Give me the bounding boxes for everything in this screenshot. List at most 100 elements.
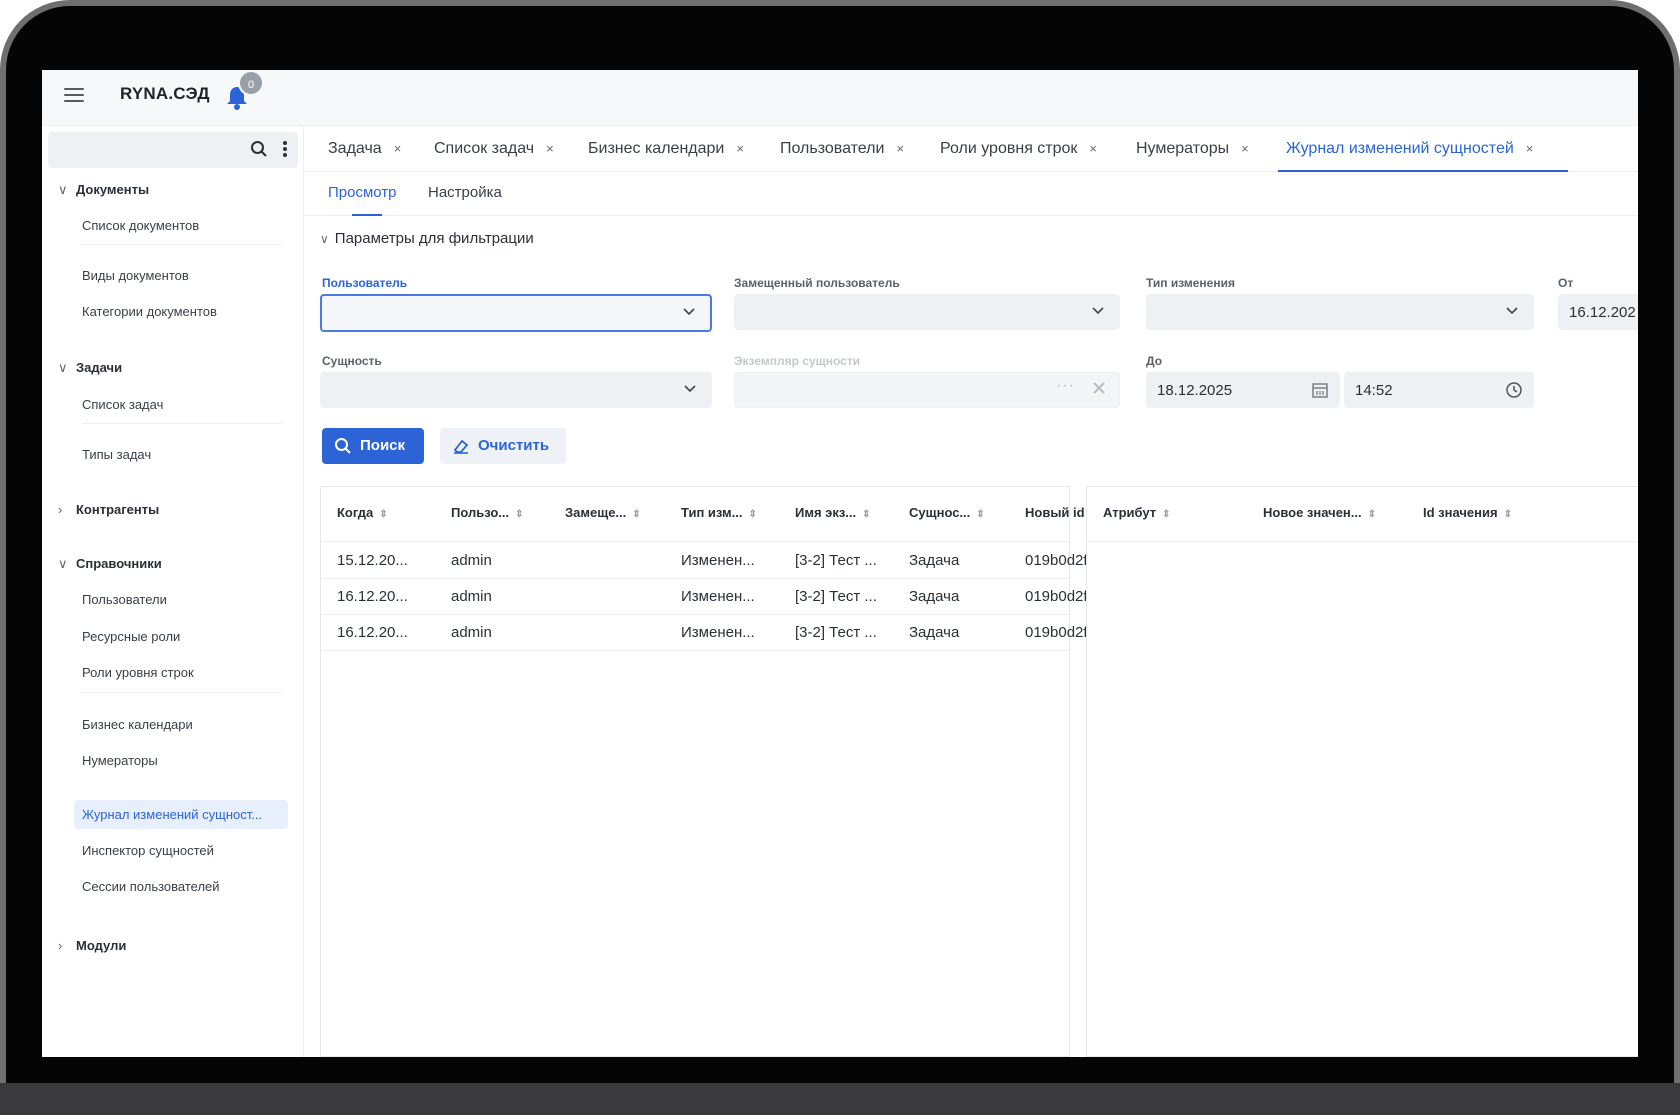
sidebar-item-entity-inspector[interactable]: Инспектор сущностей [74,836,288,865]
entity-instance-field: ··· [734,372,1120,408]
sidebar-item-task-list[interactable]: Список задач [74,390,288,419]
tab-task[interactable]: Задача × [328,140,401,158]
divider [82,692,282,693]
substituted-user-select[interactable] [734,294,1120,330]
subtab-view[interactable]: Просмотр [328,184,397,201]
tab-row-level-roles[interactable]: Роли уровня строк × [940,140,1097,158]
sort-icon: ⇕ [1367,509,1377,520]
col-substituted[interactable]: Замеще... ⇕ [565,505,641,520]
close-icon[interactable]: × [394,141,402,156]
sidebar-item-documents-list[interactable]: Список документов [74,211,288,240]
to-date-input[interactable]: 18.12.2025 [1146,372,1340,408]
ellipsis-icon: ··· [1056,377,1075,394]
sort-icon: ⇕ [632,509,641,520]
chevron-down-icon: ∨ [320,232,329,246]
cell-instance-name: [3-2] Тест ... [795,624,877,641]
sidebar-group-tasks[interactable]: ∨ Задачи [58,360,122,376]
subtab-settings[interactable]: Настройка [428,184,502,201]
sidebar-item-document-types[interactable]: Виды документов [74,261,288,290]
search-button[interactable]: Поиск [322,428,424,464]
clock-icon[interactable] [1505,381,1523,403]
chevron-down-icon [682,304,696,322]
to-label: До [1146,354,1163,368]
app-logo: RYNA.СЭД [120,84,210,103]
entity-label: Сущность [322,354,382,368]
cell-instance-name: [3-2] Тест ... [795,552,877,569]
chevron-down-icon [1091,303,1105,321]
change-type-select[interactable] [1146,294,1534,330]
sidebar-group-references[interactable]: ∨ Справочники [58,556,162,572]
cell-when: 15.12.20... [337,552,408,569]
sidebar-item-row-level-roles[interactable]: Роли уровня строк [74,658,288,687]
tab-numerators[interactable]: Нумераторы × [1136,140,1249,158]
col-instance-name[interactable]: Имя экз... ⇕ [795,505,871,520]
tab-task-list[interactable]: Список задач × [434,140,554,158]
changes-table: Когда ⇕ Пользо... ⇕ Замеще... ⇕ Тип изм... ⇕… [320,486,1100,1057]
col-entity[interactable]: Сущнос... ⇕ [909,505,985,520]
tab-business-calendars[interactable]: Бизнес календари × [588,140,744,158]
cell-entity: Задача [909,552,960,569]
to-time-input[interactable]: 14:52 [1344,372,1534,408]
close-icon[interactable]: × [1526,141,1534,156]
notification-badge: 0 [238,70,264,96]
sidebar-item-business-calendars[interactable]: Бизнес календари [74,710,288,739]
chevron-down-icon [683,381,697,399]
from-label: От [1558,276,1574,290]
chevron-down-icon: ∨ [58,360,68,375]
search-icon [334,437,352,459]
app-screen: RYNA.СЭД 0 ∨ Документы Список документов … [42,70,1638,1057]
tab-entity-log[interactable]: Журнал изменений сущностей × [1286,140,1533,158]
menu-icon[interactable] [64,88,84,104]
calendar-icon[interactable] [1311,381,1329,403]
table-row[interactable]: 16.12.20... admin Изменен... [3-2] Тест … [321,579,1100,615]
sidebar-item-users[interactable]: Пользователи [74,585,288,614]
filter-section-toggle[interactable]: ∨ Параметры для фильтрации [320,230,534,247]
tab-users[interactable]: Пользователи × [780,140,904,158]
user-select[interactable] [320,294,712,332]
close-icon[interactable]: × [896,141,904,156]
clear-button[interactable]: Очистить [440,428,566,464]
clear-icon [1091,380,1107,400]
laptop-frame: RYNA.СЭД 0 ∨ Документы Список документов … [0,0,1680,1115]
subtab-bar: Просмотр Настройка [304,172,1638,216]
app-header: RYNA.СЭД 0 [42,70,1638,126]
close-icon[interactable]: × [736,141,744,156]
cell-user: admin [451,624,492,641]
sidebar-item-resource-roles[interactable]: Ресурсные роли [74,622,288,651]
cell-change-type: Изменен... [681,624,755,641]
cell-when: 16.12.20... [337,624,408,641]
close-icon[interactable]: × [1241,141,1249,156]
close-icon[interactable]: × [546,141,554,156]
sort-icon: ⇕ [1503,509,1512,520]
sidebar-group-contractors[interactable]: › Контрагенты [58,502,159,517]
sidebar: ∨ Документы Список документов Виды докуме… [42,126,304,1057]
sidebar-item-user-sessions[interactable]: Сессии пользователей [74,872,288,901]
sidebar-item-numerators[interactable]: Нумераторы [74,746,288,775]
sort-icon: ⇕ [976,509,985,520]
more-vertical-icon[interactable] [282,140,288,160]
col-value-id[interactable]: Id значения ⇕ [1423,505,1512,520]
user-label: Пользователь [322,276,408,290]
sort-icon: ⇕ [379,509,388,520]
divider [321,541,1069,542]
col-user[interactable]: Пользо... ⇕ [451,505,524,520]
chevron-down-icon: ∨ [58,556,68,571]
from-date-input[interactable]: 16.12.202 [1558,294,1638,330]
table-row[interactable]: 16.12.20... admin Изменен... [3-2] Тест … [321,615,1100,651]
table-row[interactable]: 15.12.20... admin Изменен... [3-2] Тест … [321,543,1100,579]
col-change-type[interactable]: Тип изм... ⇕ [681,505,757,520]
sort-icon: ⇕ [748,509,757,520]
entity-select[interactable] [320,372,712,408]
col-when[interactable]: Когда ⇕ [337,505,388,520]
close-icon[interactable]: × [1089,141,1097,156]
sidebar-group-documents[interactable]: ∨ Документы [58,182,149,198]
sidebar-search[interactable] [48,132,298,168]
sidebar-group-modules[interactable]: › Модули [58,938,126,953]
sidebar-item-entity-log[interactable]: Журнал изменений сущност... [74,800,288,829]
sidebar-item-document-categories[interactable]: Категории документов [74,297,288,326]
search-icon[interactable] [250,140,268,163]
col-attribute[interactable]: Атрибут ⇕ [1103,505,1171,520]
sidebar-item-task-types[interactable]: Типы задач [74,440,288,469]
cell-entity: Задача [909,624,960,641]
col-new-value[interactable]: Новое значен... ⇕ [1263,505,1376,520]
